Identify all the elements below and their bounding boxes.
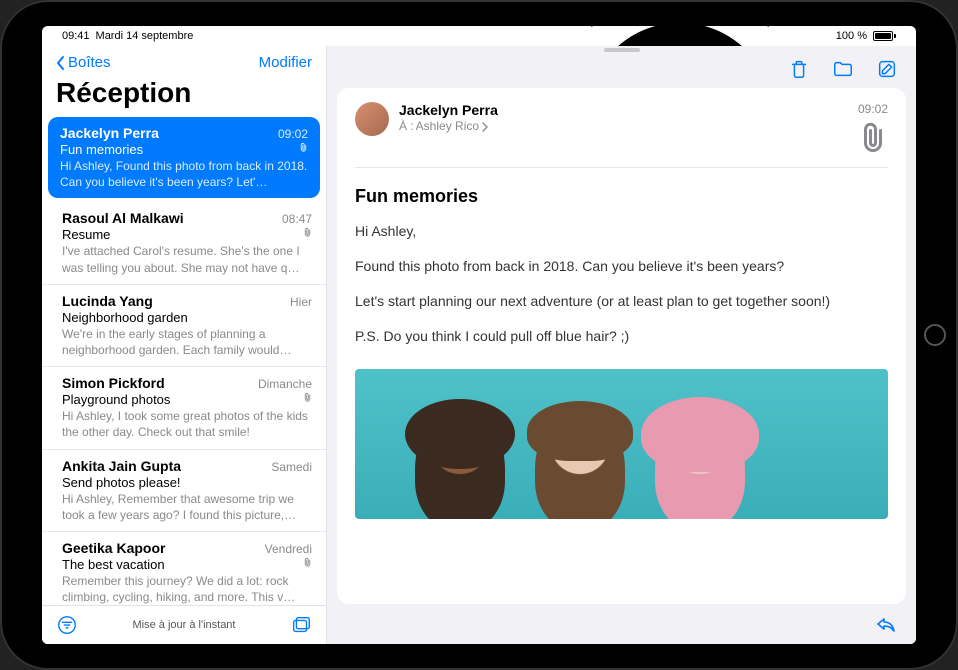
sidebar-nav: Boîtes Modifier bbox=[42, 46, 326, 75]
content-footer bbox=[327, 604, 916, 644]
mail-item[interactable]: Rasoul Al Malkawi 08:47 ResumeI've attache… bbox=[42, 202, 326, 284]
mail-item[interactable]: Ankita Jain Gupta Samedi Send photos pleas… bbox=[42, 450, 326, 532]
mail-time: 09:02 bbox=[278, 127, 308, 141]
mail-preview: I've attached Carol's resume. She's the … bbox=[62, 243, 312, 275]
message-body: Hi Ashley, Found this photo from back in… bbox=[355, 221, 888, 361]
mail-subject: Resume bbox=[62, 227, 110, 242]
sender-avatar[interactable] bbox=[355, 102, 389, 136]
mail-subject: Neighborhood garden bbox=[62, 310, 188, 325]
mail-preview: We're in the early stages of planning a … bbox=[62, 326, 312, 358]
filter-button[interactable] bbox=[56, 614, 78, 636]
mail-sender: Geetika Kapoor bbox=[62, 540, 165, 556]
battery-percent: 100 % bbox=[836, 30, 867, 42]
mail-subject: Send photos please! bbox=[62, 475, 181, 490]
edit-button[interactable]: Modifier bbox=[259, 54, 312, 71]
mailbox-title: Réception bbox=[42, 75, 326, 117]
mail-preview: Hi Ashley, Found this photo from back in… bbox=[60, 158, 308, 190]
attached-photo[interactable] bbox=[355, 369, 888, 519]
body-paragraph-1: Found this photo from back in 2018. Can … bbox=[355, 256, 888, 277]
back-label: Boîtes bbox=[68, 54, 111, 71]
attachment-indicator-icon bbox=[303, 392, 312, 406]
status-date: Mardi 14 septembre bbox=[96, 30, 194, 42]
body-greeting: Hi Ashley, bbox=[355, 221, 888, 242]
message-to-row[interactable]: À : Ashley Rico bbox=[399, 119, 498, 133]
photo-person-2 bbox=[535, 409, 625, 519]
mail-sender: Simon Pickford bbox=[62, 375, 165, 391]
mail-time: Vendredi bbox=[265, 542, 312, 556]
mail-item[interactable]: Jackelyn Perra 09:02 Fun memoriesHi Ashley… bbox=[48, 117, 320, 198]
reply-button[interactable] bbox=[874, 612, 898, 636]
photo-person-1 bbox=[415, 409, 505, 519]
status-time: 09:41 bbox=[62, 30, 90, 42]
mail-preview: Hi Ashley, I took some great photos of t… bbox=[62, 408, 312, 440]
message-subject: Fun memories bbox=[355, 186, 888, 207]
message-time: 09:02 bbox=[858, 102, 888, 116]
mail-subject: Fun memories bbox=[60, 142, 143, 157]
sidebar: Boîtes Modifier Réception Jackelyn Perra… bbox=[42, 46, 327, 644]
mail-sender: Rasoul Al Malkawi bbox=[62, 210, 184, 226]
sync-status: Mise à jour à l'instant bbox=[133, 619, 236, 631]
status-bar: 09:41 Mardi 14 septembre 100 % bbox=[42, 26, 916, 46]
message-card: Jackelyn Perra À : Ashley Rico 09:02 bbox=[337, 88, 906, 604]
message-from[interactable]: Jackelyn Perra bbox=[399, 102, 498, 118]
mail-app: Boîtes Modifier Réception Jackelyn Perra… bbox=[42, 46, 916, 644]
back-button[interactable]: Boîtes bbox=[56, 54, 111, 71]
message-header: Jackelyn Perra À : Ashley Rico 09:02 bbox=[355, 102, 888, 168]
mail-time: Dimanche bbox=[258, 377, 312, 391]
battery-icon bbox=[873, 31, 896, 41]
mail-preview: Remember this journey? We did a lot: roc… bbox=[62, 573, 312, 605]
photo-person-3 bbox=[655, 409, 745, 519]
body-paragraph-3: P.S. Do you think I could pull off blue … bbox=[355, 326, 888, 347]
to-recipient: Ashley Rico bbox=[416, 119, 479, 133]
message-toolbar bbox=[327, 52, 916, 88]
mail-item[interactable]: Lucinda Yang Hier Neighborhood gardenWe're… bbox=[42, 285, 326, 367]
mail-subject: The best vacation bbox=[62, 557, 165, 572]
folders-button[interactable] bbox=[290, 614, 312, 636]
compose-button[interactable] bbox=[876, 58, 898, 80]
delete-button[interactable] bbox=[788, 58, 810, 80]
attachment-indicator-icon bbox=[303, 227, 312, 241]
mail-list[interactable]: Jackelyn Perra09:02Fun memoriesHi Ashley… bbox=[42, 117, 326, 605]
mail-time: Hier bbox=[290, 295, 312, 309]
mail-time: 08:47 bbox=[282, 212, 312, 226]
mail-item[interactable]: Geetika Kapoor Vendredi The best vacationR… bbox=[42, 532, 326, 605]
mail-sender: Lucinda Yang bbox=[62, 293, 153, 309]
ipad-device-frame: 09:41 Mardi 14 septembre 100 % bbox=[0, 0, 958, 670]
mail-sender: Jackelyn Perra bbox=[60, 125, 159, 141]
body-paragraph-2: Let's start planning our next adventure … bbox=[355, 291, 888, 312]
attachment-indicator-icon bbox=[299, 142, 308, 156]
chevron-left-icon bbox=[56, 55, 66, 71]
sidebar-footer: Mise à jour à l'instant bbox=[42, 605, 326, 644]
attachment-icon[interactable] bbox=[858, 120, 888, 159]
message-pane: Jackelyn Perra À : Ashley Rico 09:02 bbox=[327, 46, 916, 644]
attachment-indicator-icon bbox=[303, 557, 312, 571]
home-button[interactable] bbox=[924, 324, 946, 346]
chevron-right-icon bbox=[481, 121, 489, 131]
mail-sender: Ankita Jain Gupta bbox=[62, 458, 181, 474]
screen: 09:41 Mardi 14 septembre 100 % bbox=[42, 26, 916, 644]
mail-item[interactable]: Simon Pickford Dimanche Playground photosH… bbox=[42, 367, 326, 449]
mail-time: Samedi bbox=[271, 460, 312, 474]
to-label: À : bbox=[399, 119, 414, 133]
mail-subject: Playground photos bbox=[62, 392, 170, 407]
mail-preview: Hi Ashley, Remember that awesome trip we… bbox=[62, 491, 312, 523]
move-folder-button[interactable] bbox=[832, 58, 854, 80]
